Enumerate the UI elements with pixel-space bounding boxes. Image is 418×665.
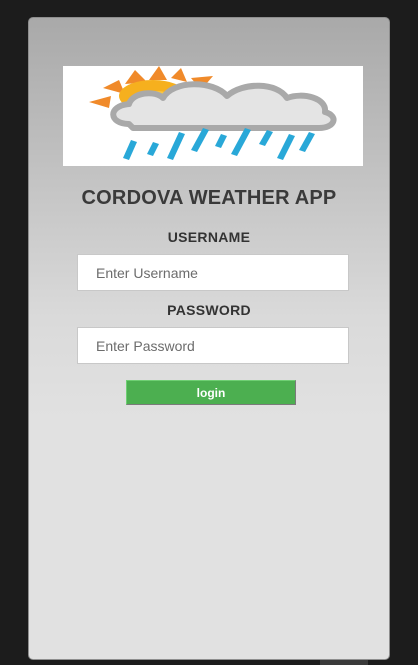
app-title: CORDOVA WEATHER APP bbox=[81, 187, 337, 209]
login-button[interactable]: login bbox=[126, 380, 296, 405]
device-frame-edge bbox=[320, 660, 368, 665]
username-input[interactable] bbox=[77, 254, 349, 291]
app-screen: CORDOVA WEATHER APP USERNAME PASSWORD lo… bbox=[28, 17, 390, 660]
weather-logo bbox=[63, 66, 363, 166]
username-label: USERNAME bbox=[167, 229, 251, 245]
password-input[interactable] bbox=[77, 327, 349, 364]
password-label: PASSWORD bbox=[167, 302, 251, 318]
weather-icon bbox=[89, 66, 337, 160]
